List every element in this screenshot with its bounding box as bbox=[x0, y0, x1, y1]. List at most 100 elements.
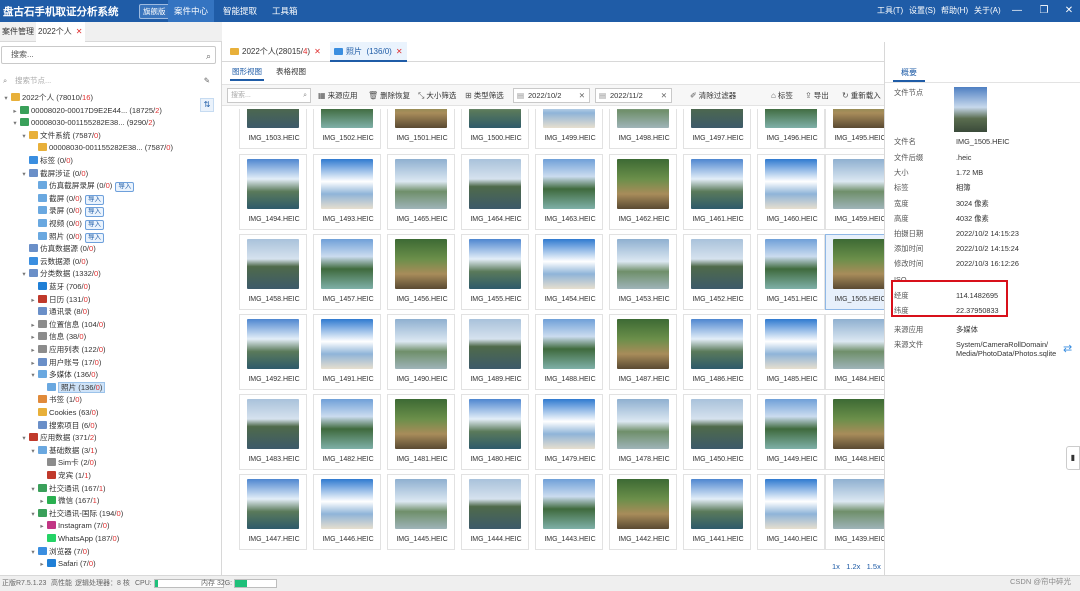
date-from-input[interactable]: ▤ 2022/10/2 ✕ bbox=[513, 88, 590, 103]
search-icon[interactable]: ⌕ bbox=[206, 48, 211, 64]
tree-node[interactable]: 仿真截屏录屏 (0/0) 导入 bbox=[29, 180, 135, 193]
tree-node[interactable]: ▸ Safari (7/0) bbox=[38, 558, 96, 571]
tree-node[interactable]: ▸ 日历 (131/0) bbox=[29, 294, 90, 307]
photo-tile[interactable]: IMG_1451.HEIC bbox=[757, 234, 825, 310]
import-button[interactable]: 导入 bbox=[84, 207, 104, 218]
left-search-input[interactable]: 搜索... ⌕ bbox=[1, 46, 216, 64]
photo-tile[interactable]: IMG_1493.HEIC bbox=[313, 154, 381, 230]
photo-tile[interactable]: IMG_1448.HEIC bbox=[825, 394, 884, 470]
tab-2022-personal-content[interactable]: 2022个人(28015/4) ✕ bbox=[226, 42, 325, 62]
tree-node[interactable]: 仿真数据源 (0/0) bbox=[20, 243, 96, 256]
tree-node[interactable]: 照片 (136/0) bbox=[38, 381, 106, 395]
photo-tile[interactable]: IMG_1464.HEIC bbox=[461, 154, 529, 230]
tree-node[interactable]: ▸ 信息 (38/0) bbox=[29, 331, 86, 344]
photo-tile[interactable]: IMG_1489.HEIC bbox=[461, 314, 529, 390]
tree-node[interactable]: ▾ 截屏涉证 (0/0) bbox=[20, 168, 88, 181]
tree-node[interactable]: 00008030-001155282E38... (7587/0) bbox=[29, 142, 173, 155]
expand-toggle-icon[interactable]: ▾ bbox=[20, 433, 28, 446]
clear-icon[interactable]: ✎ bbox=[204, 74, 210, 88]
photo-tile[interactable]: IMG_1505.HEIC bbox=[825, 234, 884, 310]
photo-tile[interactable]: IMG_1499.HEIC bbox=[535, 109, 603, 149]
tree-node[interactable]: ▾ 00008030-001155282E38... (9290/2) bbox=[11, 117, 155, 130]
tree-node[interactable]: 蓝牙 (706/0) bbox=[29, 281, 90, 294]
photo-tile[interactable]: IMG_1461.HEIC bbox=[683, 154, 751, 230]
tab-case-management[interactable]: 案件管理 bbox=[0, 22, 36, 42]
expand-toggle-icon[interactable]: ▾ bbox=[29, 370, 37, 383]
photo-tile[interactable]: IMG_1483.HEIC bbox=[239, 394, 307, 470]
export-button[interactable]: ⇪ 导出 bbox=[805, 85, 829, 107]
photo-tile[interactable]: IMG_1457.HEIC bbox=[313, 234, 381, 310]
photo-tile[interactable]: IMG_1450.HEIC bbox=[683, 394, 751, 470]
photo-tile[interactable]: IMG_1497.HEIC bbox=[683, 109, 751, 149]
photo-tile[interactable]: IMG_1460.HEIC bbox=[757, 154, 825, 230]
size-filter-button[interactable]: ⤡ 大小筛选 bbox=[418, 85, 456, 107]
type-filter-button[interactable]: ⊞ 类型筛选 bbox=[465, 85, 504, 107]
tab-graphic-view[interactable]: 图形视图 bbox=[230, 63, 264, 81]
photo-tile[interactable]: IMG_1456.HEIC bbox=[387, 234, 455, 310]
menu-about[interactable]: 关于(A) bbox=[974, 0, 1001, 22]
tree-node[interactable]: 标签 (0/0) bbox=[20, 155, 73, 168]
photo-tile[interactable]: IMG_1441.HEIC bbox=[683, 474, 751, 550]
tree-node[interactable]: 宠宾 (1/1) bbox=[38, 470, 91, 483]
tree-node[interactable]: ▾ 社交通讯 (167/1) bbox=[29, 483, 106, 496]
tree-node[interactable]: ▸ 用户账号 (17/0) bbox=[29, 357, 101, 370]
photo-tile[interactable]: IMG_1439.HEIC bbox=[825, 474, 884, 550]
tab-2022-personal[interactable]: 2022个人 ✕ bbox=[36, 22, 85, 42]
nav-toolbox[interactable]: 工具箱 bbox=[266, 0, 304, 22]
photo-tile[interactable]: IMG_1484.HEIC bbox=[825, 314, 884, 390]
tree-node[interactable]: ▾ 文件系统 (7587/0) bbox=[20, 130, 101, 143]
expand-toggle-icon[interactable]: ▾ bbox=[11, 118, 19, 131]
reload-button[interactable]: ↻ 重新载入 bbox=[842, 85, 881, 107]
photo-tile[interactable]: IMG_1462.HEIC bbox=[609, 154, 677, 230]
tree-node[interactable]: ▸ 微信 (167/1) bbox=[38, 495, 99, 508]
photo-tile[interactable]: IMG_1500.HEIC bbox=[461, 109, 529, 149]
close-window-button[interactable]: ✕ bbox=[1059, 0, 1079, 22]
expand-toggle-icon[interactable]: ▾ bbox=[29, 484, 37, 497]
photo-tile[interactable]: IMG_1478.HEIC bbox=[609, 394, 677, 470]
tree-node[interactable]: 搜索项目 (6/0) bbox=[29, 420, 97, 433]
photo-tile[interactable]: IMG_1449.HEIC bbox=[757, 394, 825, 470]
photo-tile[interactable]: IMG_1443.HEIC bbox=[535, 474, 603, 550]
expand-toggle-icon[interactable]: ▾ bbox=[29, 547, 37, 560]
photo-tile[interactable]: IMG_1485.HEIC bbox=[757, 314, 825, 390]
tree-node[interactable]: 视频 (0/0) 导入 bbox=[29, 218, 104, 231]
tree-node[interactable]: ▾ 浏览器 (7/0) bbox=[29, 546, 90, 559]
clear-date-icon[interactable]: ✕ bbox=[579, 89, 585, 102]
expand-toggle-icon[interactable]: ▾ bbox=[29, 509, 37, 522]
expand-toggle-icon[interactable]: ▾ bbox=[20, 169, 28, 182]
photo-tile[interactable]: IMG_1491.HEIC bbox=[313, 314, 381, 390]
node-filter-input[interactable]: ⌕ 搜索节点... ✎ bbox=[1, 74, 216, 88]
tree-node[interactable]: 照片 (0/0) 导入 bbox=[29, 231, 104, 244]
tree-node[interactable]: WhatsApp (187/0) bbox=[38, 533, 119, 546]
photo-tile[interactable]: IMG_1458.HEIC bbox=[239, 234, 307, 310]
photo-tile[interactable]: IMG_1482.HEIC bbox=[313, 394, 381, 470]
side-toggle-button[interactable]: ▮ bbox=[1066, 446, 1080, 470]
photo-tile[interactable]: IMG_1486.HEIC bbox=[683, 314, 751, 390]
tree-node[interactable]: ▸ 00008020-00017D9E2E44... (18725/2) bbox=[11, 105, 162, 118]
photo-tile[interactable]: IMG_1459.HEIC bbox=[825, 154, 884, 230]
photo-tile[interactable]: IMG_1481.HEIC bbox=[387, 394, 455, 470]
photo-tile[interactable]: IMG_1453.HEIC bbox=[609, 234, 677, 310]
clear-date-icon[interactable]: ✕ bbox=[661, 89, 667, 102]
tree-node[interactable]: Sim卡 (2/0) bbox=[38, 457, 96, 470]
photo-tile[interactable]: IMG_1452.HEIC bbox=[683, 234, 751, 310]
import-button[interactable]: 导入 bbox=[84, 194, 104, 205]
tab-table-view[interactable]: 表格视图 bbox=[274, 63, 308, 81]
tree-node[interactable]: 云数据源 (0/0) bbox=[20, 256, 88, 269]
zoom-1x[interactable]: 1x bbox=[832, 562, 840, 571]
photo-tile[interactable]: IMG_1444.HEIC bbox=[461, 474, 529, 550]
tree-node[interactable]: ▸Android20221113095744 (49005/12) bbox=[11, 571, 154, 572]
photo-search-input[interactable]: 搜索... ⌕ bbox=[227, 88, 311, 103]
tree-node[interactable]: 截屏 (0/0) 导入 bbox=[29, 193, 104, 206]
photo-tile[interactable]: IMG_1442.HEIC bbox=[609, 474, 677, 550]
tree-node[interactable]: ▾ 应用数据 (371/2) bbox=[20, 432, 97, 445]
photo-tile[interactable]: IMG_1501.HEIC bbox=[387, 109, 455, 149]
expand-toggle-icon[interactable]: ▾ bbox=[20, 269, 28, 282]
import-button[interactable]: 导入 bbox=[84, 232, 104, 243]
import-button[interactable]: 导入 bbox=[115, 182, 135, 193]
maximize-button[interactable]: ❐ bbox=[1034, 0, 1054, 22]
tree-node[interactable]: ▾ 分类数据 (1332/0) bbox=[20, 268, 101, 281]
tab-photos[interactable]: 照片 (136/0) ✕ bbox=[330, 42, 407, 62]
minimize-button[interactable]: — bbox=[1007, 0, 1027, 22]
menu-settings[interactable]: 设置(S) bbox=[909, 0, 936, 22]
